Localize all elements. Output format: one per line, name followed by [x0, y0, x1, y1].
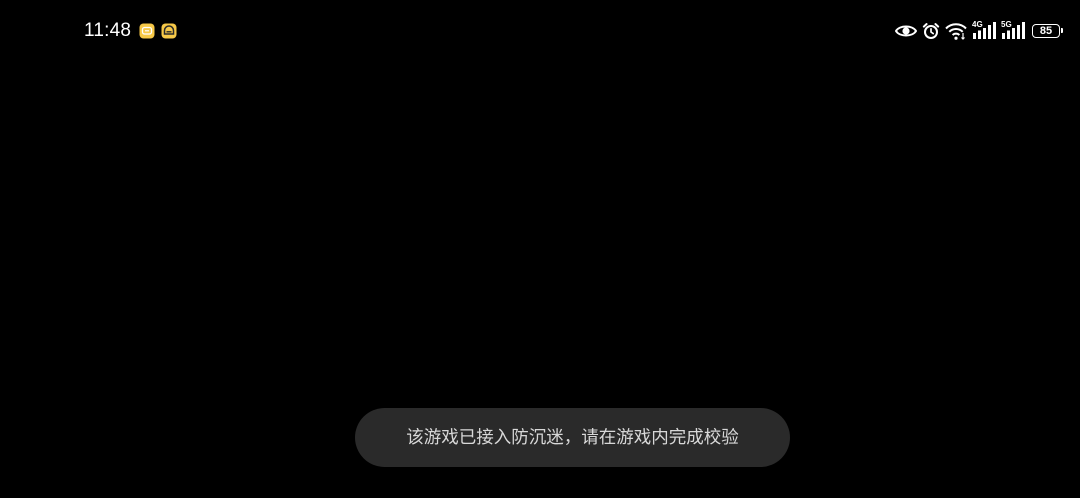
message-icon [139, 23, 155, 39]
status-bar-right: 4G 5G 85 [895, 20, 1063, 42]
wifi-icon [945, 22, 967, 40]
toast-message: 该游戏已接入防沉迷，请在游戏内完成校验 [406, 427, 739, 448]
eye-comfort-icon [895, 23, 917, 39]
cellular-4g-icon: 4G [972, 20, 996, 40]
status-bar-left: 11:48 [84, 19, 177, 43]
battery-level: 85 [1039, 24, 1053, 37]
status-bar: 11:48 4G 5G 85 [0, 0, 1080, 62]
cellular-5g-icon: 5G [1001, 20, 1025, 40]
battery-icon: 85 [1032, 24, 1063, 38]
anti-addiction-toast: 该游戏已接入防沉迷，请在游戏内完成校验 [355, 408, 790, 467]
game-app-icon [161, 23, 177, 39]
game-screen[interactable]: 11:48 4G 5G 85 该游戏已接入防沉迷，请在游戏内完成校验 [0, 0, 1080, 498]
network-type-label: 4G [972, 20, 983, 29]
clock: 11:48 [84, 20, 132, 41]
network-type-label: 5G [1001, 20, 1012, 29]
alarm-icon [922, 22, 940, 40]
